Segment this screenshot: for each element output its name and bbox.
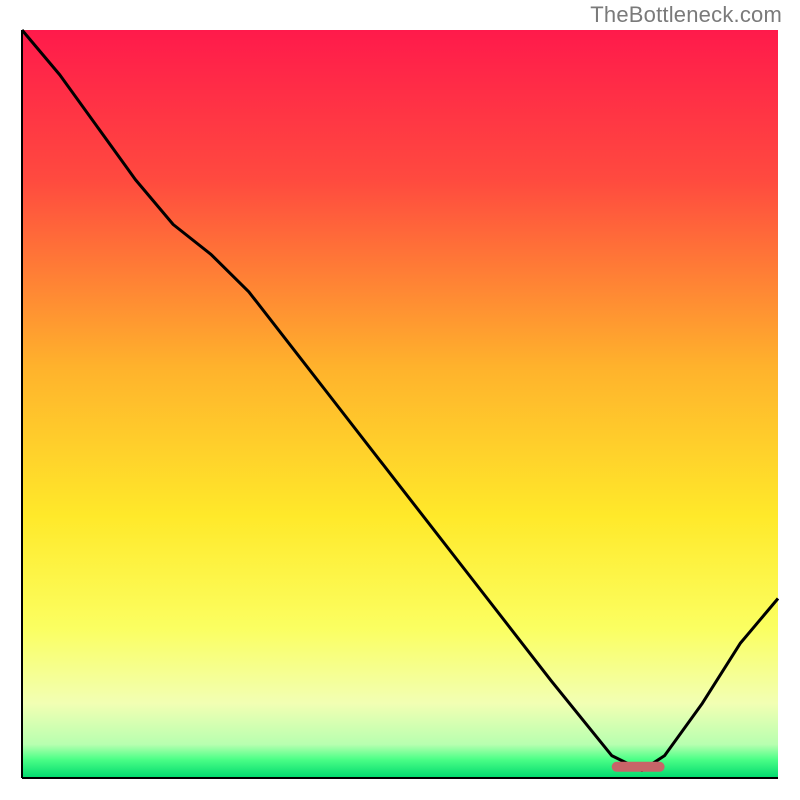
sweet-spot-marker [612,762,665,772]
plot-background [22,30,778,778]
chart-svg [0,0,800,800]
watermark-text: TheBottleneck.com [590,2,782,28]
chart-container: TheBottleneck.com [0,0,800,800]
